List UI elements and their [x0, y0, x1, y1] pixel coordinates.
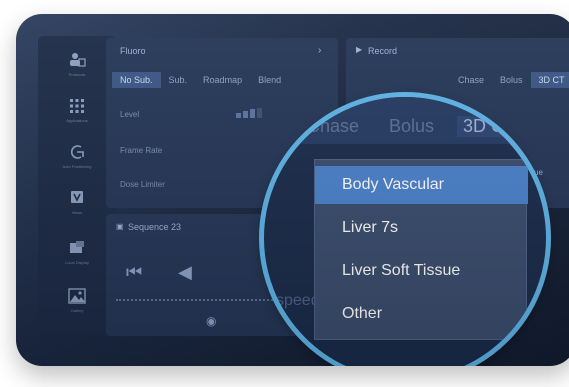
fluoro-panel: Fluoro › No Sub. Sub. Roadmap Blend Leve… [106, 38, 338, 208]
nav-item-local-display[interactable]: Local Display [38, 240, 116, 265]
fluoro-title: Fluoro [120, 46, 146, 56]
chevron-right-icon[interactable]: › [318, 45, 321, 56]
vascular-chip[interactable]: Vascular [514, 116, 546, 138]
nav-item-protocols[interactable]: Protocols [38, 52, 116, 77]
frame-rate-label: Frame Rate [120, 146, 163, 155]
nav-label-protocols: Protocols [68, 72, 86, 77]
mag-speed-label: speed [276, 292, 320, 309]
record-title: Record [368, 46, 398, 56]
mag-chevron-right-icon[interactable]: › [537, 332, 542, 350]
record-panel: ▶ Record Chase Bolus 3D CT ue [346, 38, 569, 208]
menu-item-other[interactable]: Other [315, 295, 528, 333]
nav-item-views[interactable]: Views [38, 190, 116, 215]
level-label: Level [120, 110, 140, 119]
sequence-panel: ▣ Sequence 23 ⏮ ◀ ◉ [106, 214, 338, 336]
nav-item-gallery[interactable]: Gallery [38, 288, 116, 313]
tab-sub[interactable]: Sub. [161, 72, 196, 88]
tab-blend[interactable]: Blend [250, 72, 289, 88]
skip-back-icon[interactable]: ⏮ [126, 262, 142, 283]
tab-no-sub[interactable]: No Sub. [112, 72, 161, 88]
protocol-dropdown-menu: Body Vascular Liver 7s Liver Soft Tissue… [314, 159, 528, 340]
magnifier-tabbar [264, 97, 546, 144]
fluoro-tabs: No Sub. Sub. Roadmap Blend [112, 72, 289, 88]
mag-tab-3d-ct[interactable]: 3D CT [457, 116, 522, 137]
apps-grid-icon [70, 99, 84, 113]
record-tabs: Chase Bolus 3D CT [450, 72, 569, 88]
nav-label-positioning: Auto Positioning [62, 164, 92, 169]
nav-label-views: Views [71, 210, 83, 215]
sequence-timeline[interactable] [116, 299, 336, 301]
menu-item-liver-soft-tissue[interactable]: Liver Soft Tissue [315, 252, 528, 290]
views-icon [71, 191, 83, 203]
dose-limiter-label: Dose Limiter [120, 180, 165, 189]
magnifier-content: Chase Bolus 3D CT Vascular speed › Body … [264, 97, 546, 366]
tab-chase[interactable]: Chase [450, 72, 492, 88]
positioning-icon [70, 145, 84, 159]
nav-item-applications[interactable]: Applications [38, 98, 116, 123]
menu-item-liver-7s[interactable]: Liver 7s [315, 209, 528, 247]
nav-label-local-display: Local Display [65, 260, 89, 265]
gallery-icon [68, 288, 86, 304]
device-screen: Protocols Applications Auto Positioning [16, 14, 569, 366]
screenshot-stage: Protocols Applications Auto Positioning [0, 0, 569, 387]
sequence-icon: ▣ [116, 222, 124, 231]
mag-tab-bolus[interactable]: Bolus [389, 116, 434, 137]
tab-roadmap[interactable]: Roadmap [195, 72, 250, 88]
display-icon [70, 241, 84, 253]
menu-item-body-vascular[interactable]: Body Vascular [315, 166, 528, 204]
protocols-icon [70, 53, 86, 67]
tab-bolus[interactable]: Bolus [492, 72, 531, 88]
step-back-icon[interactable]: ◀ [178, 262, 192, 283]
play-icon: ▶ [356, 45, 363, 54]
camera-icon[interactable]: ◉ [206, 314, 216, 328]
level-bars [236, 108, 272, 118]
nav-label-applications: Applications [66, 118, 88, 123]
magnifier-circle: Chase Bolus 3D CT Vascular speed › Body … [259, 92, 551, 366]
nav-label-gallery: Gallery [70, 308, 84, 313]
left-nav: Protocols Applications Auto Positioning [38, 36, 116, 336]
sequence-title: Sequence 23 [128, 222, 182, 232]
record-side-text: ue [534, 168, 543, 177]
mag-tab-chase[interactable]: Chase [307, 116, 359, 137]
tab-3d-ct[interactable]: 3D CT [530, 72, 569, 88]
nav-item-positioning[interactable]: Auto Positioning [38, 144, 116, 169]
